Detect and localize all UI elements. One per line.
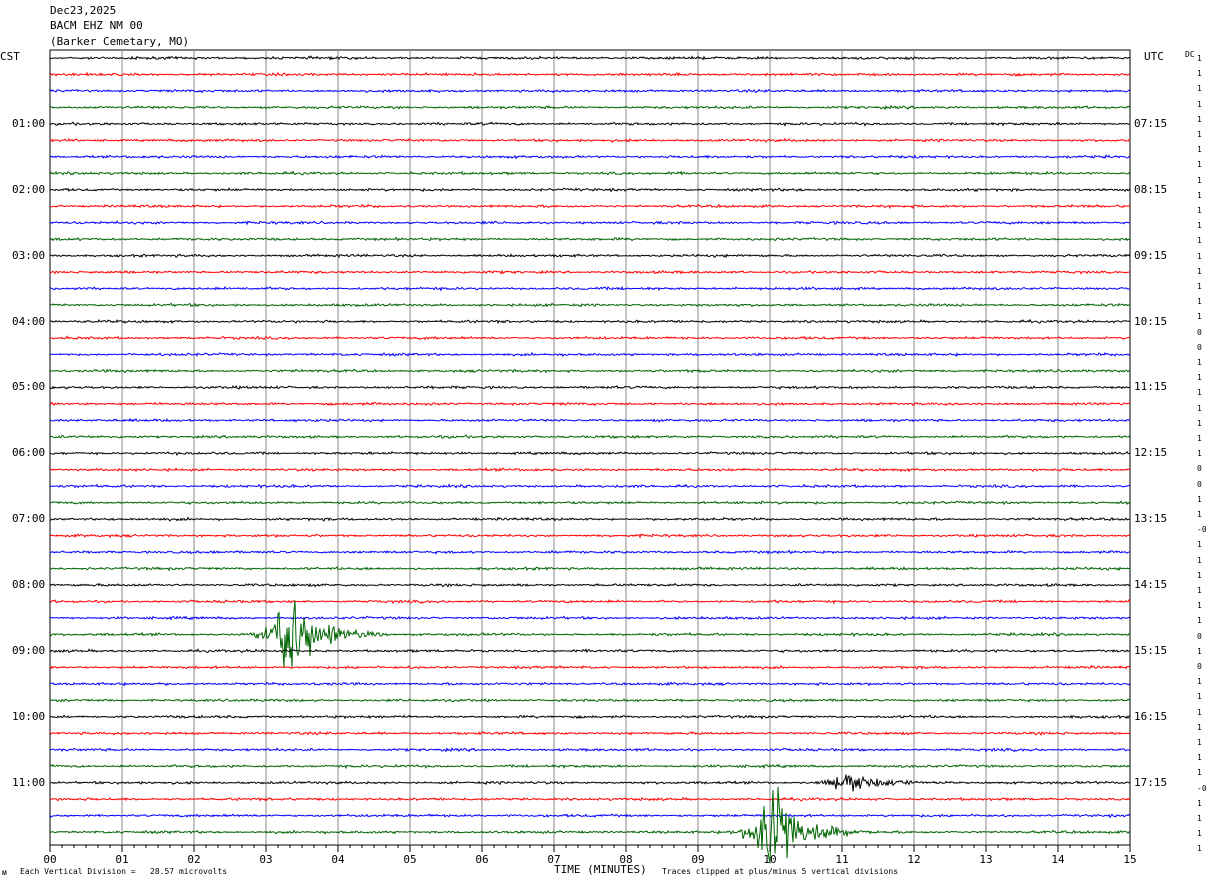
trace-blue: [49, 483, 1131, 489]
x-tick-label: 11: [835, 853, 848, 866]
trace-blue: [49, 549, 1130, 555]
trace-red: [49, 203, 1131, 210]
trace-green: [49, 170, 1131, 176]
trace-blue: [49, 154, 1131, 160]
trace-green: [49, 434, 1131, 440]
scale-note: Each Vertical Division = 28.57 microvolt…: [20, 867, 228, 876]
trace-red: [49, 598, 1131, 605]
trace-black: [49, 187, 1131, 193]
trace-green: [49, 600, 1131, 668]
trace-black: [49, 582, 1131, 588]
trace-green: [49, 302, 1131, 308]
trace-green: [49, 565, 1131, 572]
x-tick-label: 12: [907, 853, 920, 866]
x-tick-label: 13: [979, 853, 992, 866]
trace-red: [49, 664, 1131, 670]
x-tick-label: 04: [331, 853, 345, 866]
x-axis-title: TIME (MINUTES): [554, 863, 647, 876]
logo-mark: ᴍ: [2, 868, 7, 877]
trace-black: [49, 121, 1131, 127]
trace-blue: [49, 285, 1130, 292]
trace-black: [49, 55, 1131, 61]
trace-black: [49, 318, 1131, 325]
x-tick-label: 09: [691, 853, 704, 866]
trace-blue: [49, 417, 1131, 423]
trace-blue: [49, 88, 1131, 94]
trace-black: [49, 774, 1131, 792]
x-tick-label: 00: [43, 853, 56, 866]
trace-green: [49, 368, 1130, 374]
trace-blue: [49, 615, 1131, 621]
x-tick-label: 06: [475, 853, 488, 866]
trace-green: [49, 236, 1131, 242]
trace-red: [49, 731, 1131, 736]
trace-red: [49, 796, 1131, 802]
x-tick-label: 15: [1123, 853, 1136, 866]
trace-green: [49, 104, 1131, 111]
trace-blue: [50, 746, 1131, 753]
trace-black: [49, 253, 1131, 259]
trace-red: [49, 401, 1131, 407]
trace-black: [49, 450, 1131, 457]
x-tick-label: 01: [115, 853, 128, 866]
x-tick-label: 14: [1051, 853, 1065, 866]
trace-red: [49, 137, 1131, 143]
trace-blue: [49, 220, 1131, 226]
trace-red: [49, 335, 1131, 341]
trace-red: [49, 467, 1131, 473]
trace-black: [49, 714, 1131, 720]
trace-red: [49, 269, 1130, 275]
x-tick-label: 02: [187, 853, 200, 866]
x-tick-label: 03: [259, 853, 272, 866]
trace-red: [49, 533, 1131, 539]
trace-black: [49, 516, 1130, 522]
trace-black: [49, 648, 1131, 654]
trace-black: [49, 384, 1131, 391]
trace-green: [49, 763, 1131, 770]
trace-blue: [49, 681, 1131, 687]
trace-red: [49, 71, 1131, 77]
trace-blue: [49, 351, 1131, 358]
trace-blue: [49, 813, 1131, 819]
trace-green: [49, 698, 1131, 703]
clip-note: Traces clipped at plus/minus 5 vertical …: [662, 867, 899, 876]
x-tick-label: 05: [403, 853, 416, 866]
trace-green: [49, 500, 1131, 506]
plot-frame: [49, 49, 1131, 846]
helicorder-plot: 00 01 02 03 04 05 06 07 08 09 10 11 12 13 14 15: [43, 49, 1137, 866]
